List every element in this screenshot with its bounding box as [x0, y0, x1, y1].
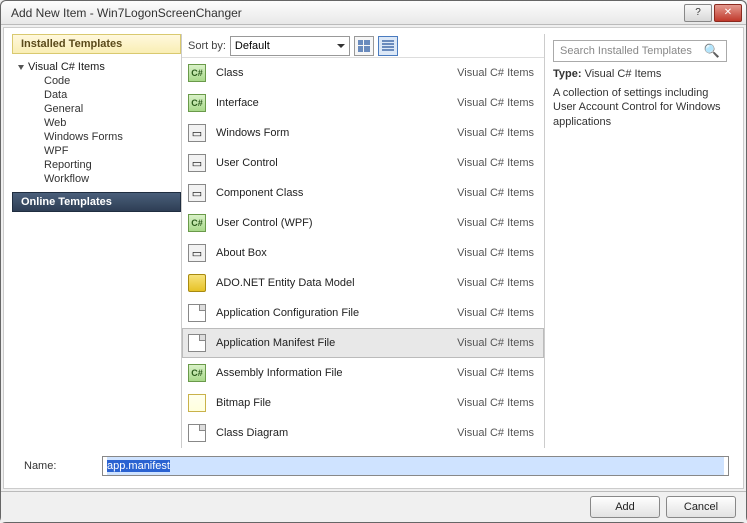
name-label: Name: — [18, 460, 88, 472]
bitmap-icon — [188, 394, 206, 412]
template-item-name: Class Diagram — [216, 427, 447, 439]
search-icon: 🔍 — [704, 43, 720, 59]
add-button[interactable]: Add — [590, 496, 660, 518]
template-item-category: Visual C# Items — [457, 397, 538, 409]
db-icon — [188, 274, 206, 292]
template-item[interactable]: ▭ Windows Form Visual C# Items — [182, 118, 544, 148]
template-item-category: Visual C# Items — [457, 367, 538, 379]
list-toolbar: Sort by: Default — [182, 34, 544, 58]
installed-templates-header[interactable]: Installed Templates — [12, 34, 181, 54]
file-icon — [188, 424, 206, 442]
template-item-category: Visual C# Items — [457, 187, 538, 199]
help-button[interactable]: ? — [684, 4, 712, 22]
template-item[interactable]: Application Configuration File Visual C# … — [182, 298, 544, 328]
template-item-category: Visual C# Items — [457, 307, 538, 319]
template-item-category: Visual C# Items — [457, 337, 538, 349]
cs-icon: C# — [188, 214, 206, 232]
template-item[interactable]: C# Interface Visual C# Items — [182, 88, 544, 118]
template-item-name: Interface — [216, 97, 447, 109]
dialog-footer: Add Cancel — [1, 491, 746, 522]
template-item-category: Visual C# Items — [457, 67, 538, 79]
template-item-name: User Control — [216, 157, 447, 169]
cancel-button[interactable]: Cancel — [666, 496, 736, 518]
search-input[interactable]: Search Installed Templates 🔍 — [553, 40, 727, 62]
view-medium-icons-button[interactable] — [354, 36, 374, 56]
form-icon: ▭ — [188, 154, 206, 172]
form-icon: ▭ — [188, 244, 206, 262]
sort-by-dropdown[interactable]: Default — [230, 36, 350, 56]
tree-item[interactable]: Reporting — [44, 158, 175, 172]
close-button[interactable]: ✕ — [714, 4, 742, 22]
template-item[interactable]: ▭ Component Class Visual C# Items — [182, 178, 544, 208]
tree-item[interactable]: Data — [44, 88, 175, 102]
template-item-category: Visual C# Items — [457, 127, 538, 139]
file-icon — [188, 334, 206, 352]
template-item-name: User Control (WPF) — [216, 217, 447, 229]
template-item-category: Visual C# Items — [457, 157, 538, 169]
template-item[interactable]: Bitmap File Visual C# Items — [182, 388, 544, 418]
tree-item[interactable]: Workflow — [44, 172, 175, 186]
chevron-down-icon — [18, 65, 24, 70]
name-input-wrapper — [102, 456, 729, 476]
title-bar: Add New Item - Win7LogonScreenChanger ? … — [1, 1, 746, 25]
template-item[interactable]: C# Assembly Information File Visual C# Ite… — [182, 358, 544, 388]
form-icon: ▭ — [188, 184, 206, 202]
list-icon — [382, 40, 394, 52]
template-item-category: Visual C# Items — [457, 277, 538, 289]
template-item[interactable]: C# Class Visual C# Items — [182, 58, 544, 88]
type-line: Type: Visual C# Items — [553, 68, 727, 80]
template-item-name: About Box — [216, 247, 447, 259]
tree-item[interactable]: WPF — [44, 144, 175, 158]
grid-icon — [358, 40, 370, 52]
template-item[interactable]: Application Manifest File Visual C# Items — [182, 328, 544, 358]
template-item-name: Component Class — [216, 187, 447, 199]
tree-item[interactable]: Windows Forms — [44, 130, 175, 144]
template-item[interactable]: ▭ User Control Visual C# Items — [182, 148, 544, 178]
template-item-name: Assembly Information File — [216, 367, 447, 379]
template-item[interactable]: ▭ About Box Visual C# Items — [182, 238, 544, 268]
tree-root-label: Visual C# Items — [28, 61, 105, 73]
cs-icon: C# — [188, 94, 206, 112]
template-item-category: Visual C# Items — [457, 247, 538, 259]
form-icon: ▭ — [188, 124, 206, 142]
type-label: Type: — [553, 68, 582, 80]
template-list-pane: Sort by: Default C#ClassVisual C# ItemsC… — [182, 34, 545, 448]
view-small-icons-button[interactable] — [378, 36, 398, 56]
template-item-category: Visual C# Items — [457, 97, 538, 109]
template-list[interactable]: C# Class Visual C# Items C# Interface Visual … — [182, 58, 544, 448]
details-pane: Search Installed Templates 🔍 Type: Visua… — [545, 34, 735, 448]
name-bar: Name: — [12, 452, 735, 480]
template-description: A collection of settings including User … — [553, 86, 727, 129]
template-item-category: Visual C# Items — [457, 217, 538, 229]
sort-by-value: Default — [235, 40, 270, 52]
dialog-window: Add New Item - Win7LogonScreenChanger ? … — [0, 0, 747, 523]
template-item[interactable]: Class Diagram Visual C# Items — [182, 418, 544, 448]
online-templates-header[interactable]: Online Templates — [12, 192, 181, 212]
template-item[interactable]: C# User Control (WPF) Visual C# Items — [182, 208, 544, 238]
cs-icon: C# — [188, 64, 206, 82]
tree-item[interactable]: Web — [44, 116, 175, 130]
tree-item[interactable]: General — [44, 102, 175, 116]
name-input[interactable] — [107, 457, 724, 475]
dialog-body: Installed Templates Visual C# Items Code… — [3, 27, 744, 489]
window-title: Add New Item - Win7LogonScreenChanger — [11, 6, 684, 20]
search-placeholder: Search Installed Templates — [560, 45, 692, 57]
dropdown-caret-icon — [337, 44, 345, 48]
template-item-name: ADO.NET Entity Data Model — [216, 277, 447, 289]
tree-item[interactable]: Code — [44, 74, 175, 88]
type-value: Visual C# Items — [585, 68, 662, 80]
template-item-name: Bitmap File — [216, 397, 447, 409]
template-item[interactable]: ADO.NET Entity Data Model Visual C# Items — [182, 268, 544, 298]
sort-by-label: Sort by: — [188, 40, 226, 52]
template-item-name: Windows Form — [216, 127, 447, 139]
file-icon — [188, 304, 206, 322]
templates-sidebar: Installed Templates Visual C# Items Code… — [12, 34, 182, 448]
tree-root-visual-csharp[interactable]: Visual C# Items — [18, 60, 175, 74]
template-item-name: Application Configuration File — [216, 307, 447, 319]
template-item-name: Class — [216, 67, 447, 79]
template-item-category: Visual C# Items — [457, 427, 538, 439]
template-item-name: Application Manifest File — [216, 337, 447, 349]
cs-icon: C# — [188, 364, 206, 382]
